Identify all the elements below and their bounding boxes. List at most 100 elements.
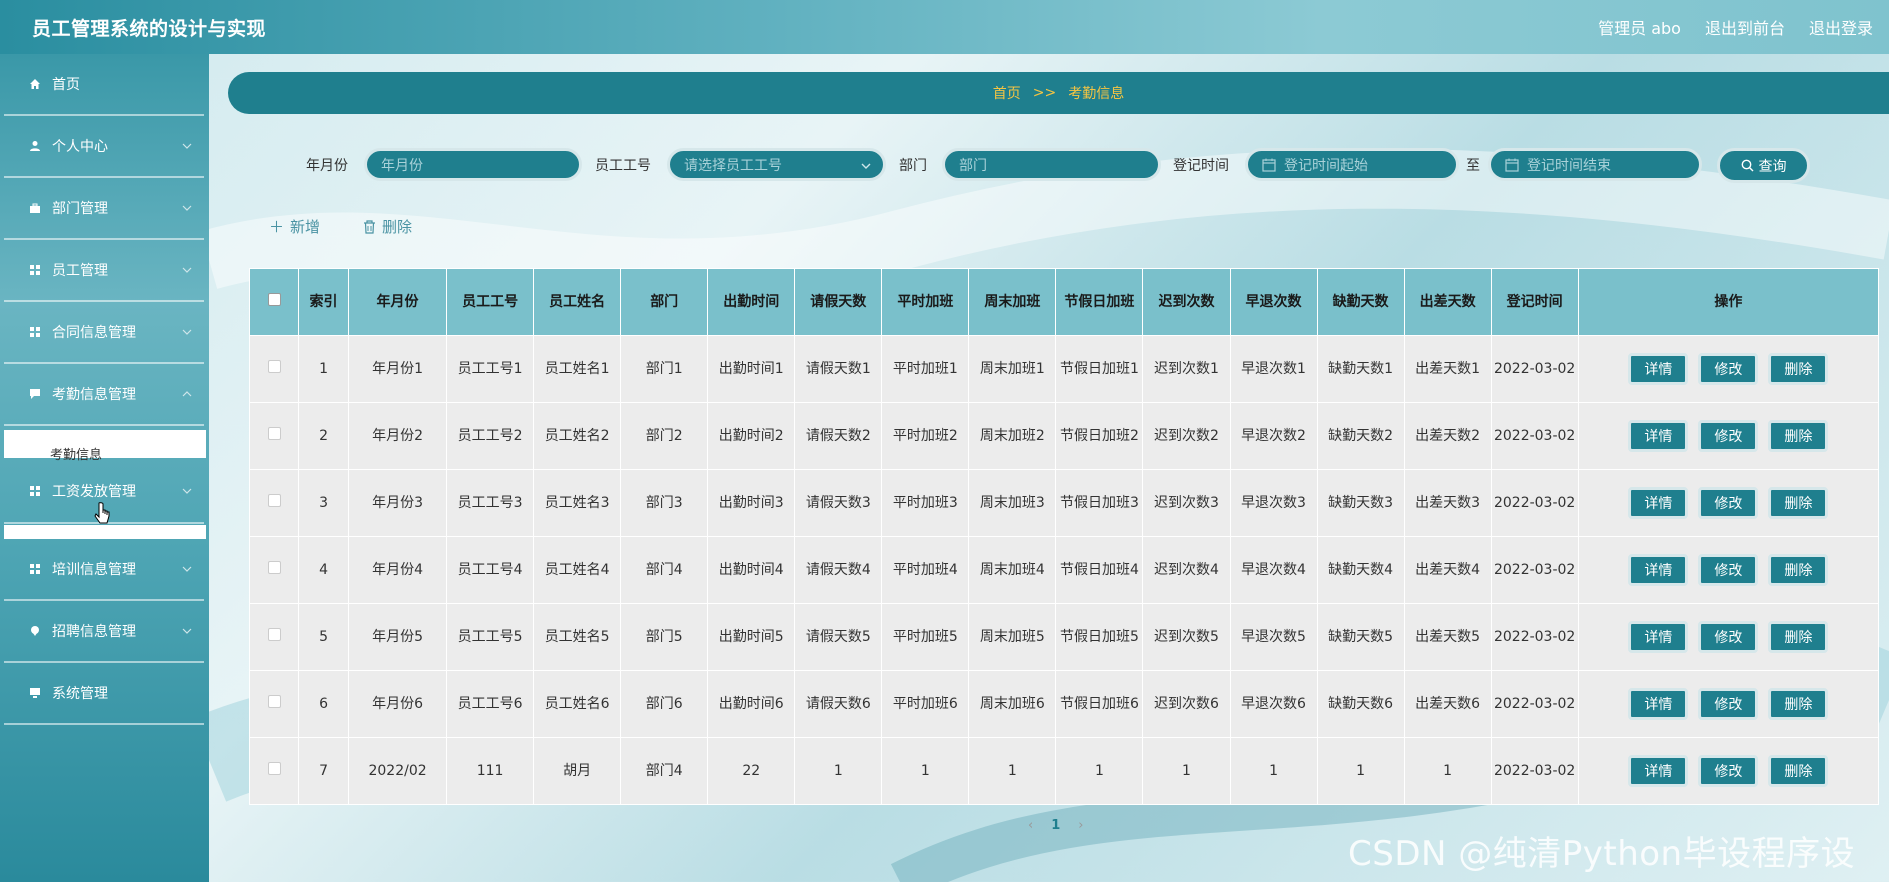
- column-header[interactable]: 迟到次数: [1142, 268, 1231, 336]
- detail-button[interactable]: 详情: [1628, 487, 1689, 519]
- delete-button[interactable]: 删除: [1768, 487, 1829, 519]
- dept-input[interactable]: 部门: [942, 148, 1161, 181]
- sidebar-item-contract[interactable]: 合同信息管理: [4, 302, 204, 364]
- column-header[interactable]: 平时加班: [881, 268, 970, 336]
- detail-button[interactable]: 详情: [1628, 755, 1689, 787]
- table-cell: 节假日加班6: [1055, 670, 1144, 738]
- sidebar-item-department[interactable]: 部门管理: [4, 178, 204, 240]
- table-cell: 部门5: [620, 603, 709, 671]
- delete-button[interactable]: 删除: [1768, 420, 1829, 452]
- chevron-down-icon: [182, 628, 192, 634]
- table-cell: 请假天数3: [794, 469, 883, 537]
- table-cell: 员工姓名4: [533, 536, 622, 604]
- row-checkbox[interactable]: [267, 494, 281, 507]
- column-header[interactable]: 部门: [620, 268, 709, 336]
- column-header[interactable]: 周末加班: [968, 268, 1057, 336]
- column-header[interactable]: 年月份: [348, 268, 448, 336]
- edit-button[interactable]: 修改: [1698, 621, 1759, 653]
- prev-page-button[interactable]: ‹: [1028, 818, 1033, 833]
- logout-link[interactable]: 退出登录: [1809, 15, 1873, 39]
- sidebar-item-recruitment[interactable]: 招聘信息管理: [4, 601, 204, 663]
- table-cell: 出勤时间1: [707, 335, 796, 403]
- table-cell: 出勤时间3: [707, 469, 796, 537]
- delete-button[interactable]: 删除: [1768, 353, 1829, 385]
- breadcrumb-home[interactable]: 首页: [993, 83, 1021, 103]
- sidebar-item-training[interactable]: 培训信息管理: [4, 539, 204, 601]
- edit-button[interactable]: 修改: [1698, 353, 1759, 385]
- sidebar-item-attendance[interactable]: 考勤信息管理: [4, 364, 204, 426]
- column-header[interactable]: 登记时间: [1490, 268, 1579, 336]
- column-header[interactable]: 出勤时间: [707, 268, 796, 336]
- detail-button[interactable]: 详情: [1628, 688, 1689, 720]
- edit-button[interactable]: 修改: [1698, 554, 1759, 586]
- table-cell: 2022/02: [348, 737, 448, 805]
- detail-button[interactable]: 详情: [1628, 420, 1689, 452]
- column-header[interactable]: 缺勤天数: [1316, 268, 1405, 336]
- column-header[interactable]: 请假天数: [794, 268, 883, 336]
- table-cell: 平时加班5: [881, 603, 970, 671]
- batch-delete-button[interactable]: 删除: [363, 216, 412, 237]
- row-checkbox[interactable]: [267, 427, 281, 440]
- table-row: 2 年月份2 员工工号2 员工姓名2 部门2 出勤时间2 请假天数2 平时加班2 周末加班2 节假…: [248, 402, 1880, 470]
- delete-button[interactable]: 删除: [1768, 621, 1829, 653]
- sidebar-item-system[interactable]: 系统管理: [4, 663, 204, 725]
- table-cell: 5: [298, 603, 350, 671]
- page-number-current[interactable]: 1: [1051, 818, 1060, 833]
- table-cell: 出差天数3: [1403, 469, 1492, 537]
- column-header[interactable]: 员工工号: [446, 268, 535, 336]
- edit-button[interactable]: 修改: [1698, 420, 1759, 452]
- sidebar-item-label: 合同信息管理: [52, 325, 136, 341]
- row-checkbox[interactable]: [267, 360, 281, 373]
- table-cell: 出勤时间2: [707, 402, 796, 470]
- table-cell: 部门1: [620, 335, 709, 403]
- row-checkbox[interactable]: [267, 762, 281, 775]
- table-cell: 员工姓名6: [533, 670, 622, 738]
- column-header[interactable]: 出差天数: [1403, 268, 1492, 336]
- row-select-cell: [248, 469, 300, 537]
- query-button[interactable]: 查询: [1717, 148, 1810, 183]
- detail-button[interactable]: 详情: [1628, 554, 1689, 586]
- row-select-cell: [248, 402, 300, 470]
- column-header[interactable]: 早退次数: [1229, 268, 1318, 336]
- edit-button[interactable]: 修改: [1698, 487, 1759, 519]
- sidebar-item-personal-center[interactable]: 个人中心: [4, 116, 204, 178]
- table-cell: 迟到次数5: [1142, 603, 1231, 671]
- pagination: ‹ 1 ›: [1028, 818, 1083, 833]
- sidebar-item-employee[interactable]: 员工管理: [4, 240, 204, 302]
- detail-button[interactable]: 详情: [1628, 621, 1689, 653]
- month-input[interactable]: 年月份: [364, 148, 582, 181]
- detail-button[interactable]: 详情: [1628, 353, 1689, 385]
- regtime-start-input[interactable]: 登记时间起始: [1245, 148, 1459, 181]
- add-button[interactable]: ＋ 新增: [269, 216, 320, 237]
- table-cell: 22: [707, 737, 796, 805]
- table-cell: 迟到次数3: [1142, 469, 1231, 537]
- row-checkbox[interactable]: [267, 628, 281, 641]
- chevron-up-icon: [182, 391, 192, 397]
- table-cell: 年月份5: [348, 603, 448, 671]
- table-cell: 111: [446, 737, 535, 805]
- next-page-button[interactable]: ›: [1078, 818, 1083, 833]
- briefcase-icon: [28, 201, 42, 215]
- delete-button[interactable]: 删除: [1768, 688, 1829, 720]
- table-cell: 部门4: [620, 737, 709, 805]
- sidebar-item-label: 员工管理: [52, 263, 108, 279]
- user-label: 管理员 abo: [1598, 19, 1681, 38]
- row-checkbox[interactable]: [267, 561, 281, 574]
- delete-button[interactable]: 删除: [1768, 755, 1829, 787]
- sidebar-item-home[interactable]: 首页: [4, 54, 204, 116]
- column-header[interactable]: 索引: [298, 268, 350, 336]
- table-cell: 缺勤天数1: [1316, 335, 1405, 403]
- column-header[interactable]: 节假日加班: [1055, 268, 1144, 336]
- column-header[interactable]: 员工姓名: [533, 268, 622, 336]
- select-all-checkbox[interactable]: [267, 293, 281, 306]
- back-to-front-link[interactable]: 退出到前台: [1705, 15, 1785, 39]
- table-cell: 1: [1142, 737, 1231, 805]
- delete-button[interactable]: 删除: [1768, 554, 1829, 586]
- submenu-item-attendance-info[interactable]: 考勤信息: [4, 430, 206, 463]
- edit-button[interactable]: 修改: [1698, 755, 1759, 787]
- row-checkbox[interactable]: [267, 695, 281, 708]
- regtime-end-input[interactable]: 登记时间结束: [1488, 148, 1702, 181]
- edit-button[interactable]: 修改: [1698, 688, 1759, 720]
- empno-select[interactable]: 请选择员工工号: [667, 148, 886, 181]
- row-actions-cell: 详情 修改 删除: [1577, 335, 1880, 403]
